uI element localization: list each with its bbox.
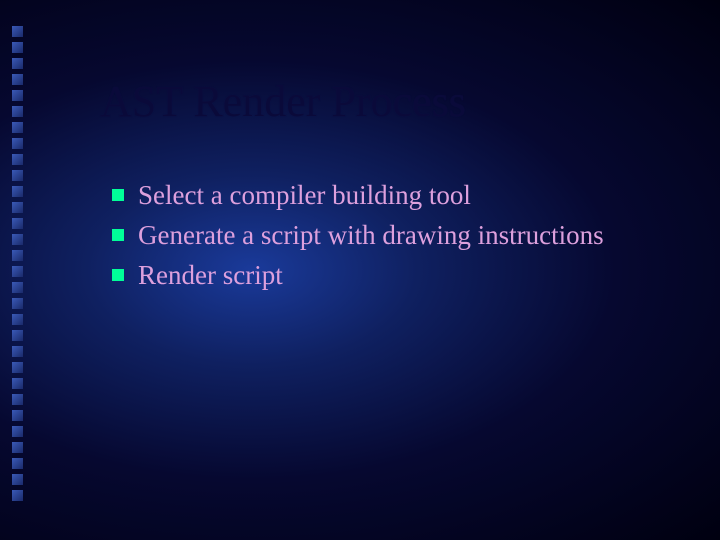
decorative-square-icon <box>12 442 23 453</box>
slide-title: AST Render Process <box>100 76 466 127</box>
decorative-square-icon <box>12 346 23 357</box>
decorative-square-icon <box>12 266 23 277</box>
decorative-square-icon <box>12 298 23 309</box>
decorative-square-icon <box>12 394 23 405</box>
square-bullet-icon <box>112 229 124 241</box>
decorative-squares-column <box>12 26 23 501</box>
decorative-square-icon <box>12 154 23 165</box>
decorative-square-icon <box>12 26 23 37</box>
decorative-square-icon <box>12 378 23 389</box>
decorative-square-icon <box>12 202 23 213</box>
square-bullet-icon <box>112 189 124 201</box>
list-item: Render script <box>112 258 604 293</box>
square-bullet-icon <box>112 269 124 281</box>
decorative-square-icon <box>12 186 23 197</box>
decorative-square-icon <box>12 426 23 437</box>
decorative-square-icon <box>12 218 23 229</box>
decorative-square-icon <box>12 330 23 341</box>
bullet-list: Select a compiler building tool Generate… <box>112 178 604 298</box>
bullet-text: Render script <box>138 258 283 293</box>
decorative-square-icon <box>12 170 23 181</box>
decorative-square-icon <box>12 250 23 261</box>
decorative-square-icon <box>12 106 23 117</box>
decorative-square-icon <box>12 74 23 85</box>
decorative-square-icon <box>12 58 23 69</box>
decorative-square-icon <box>12 90 23 101</box>
decorative-square-icon <box>12 362 23 373</box>
decorative-square-icon <box>12 282 23 293</box>
list-item: Generate a script with drawing instructi… <box>112 218 604 253</box>
decorative-square-icon <box>12 42 23 53</box>
decorative-square-icon <box>12 314 23 325</box>
decorative-square-icon <box>12 474 23 485</box>
bullet-text: Generate a script with drawing instructi… <box>138 218 604 253</box>
decorative-square-icon <box>12 490 23 501</box>
decorative-square-icon <box>12 122 23 133</box>
decorative-square-icon <box>12 410 23 421</box>
decorative-square-icon <box>12 458 23 469</box>
bullet-text: Select a compiler building tool <box>138 178 471 213</box>
decorative-square-icon <box>12 234 23 245</box>
decorative-square-icon <box>12 138 23 149</box>
list-item: Select a compiler building tool <box>112 178 604 213</box>
